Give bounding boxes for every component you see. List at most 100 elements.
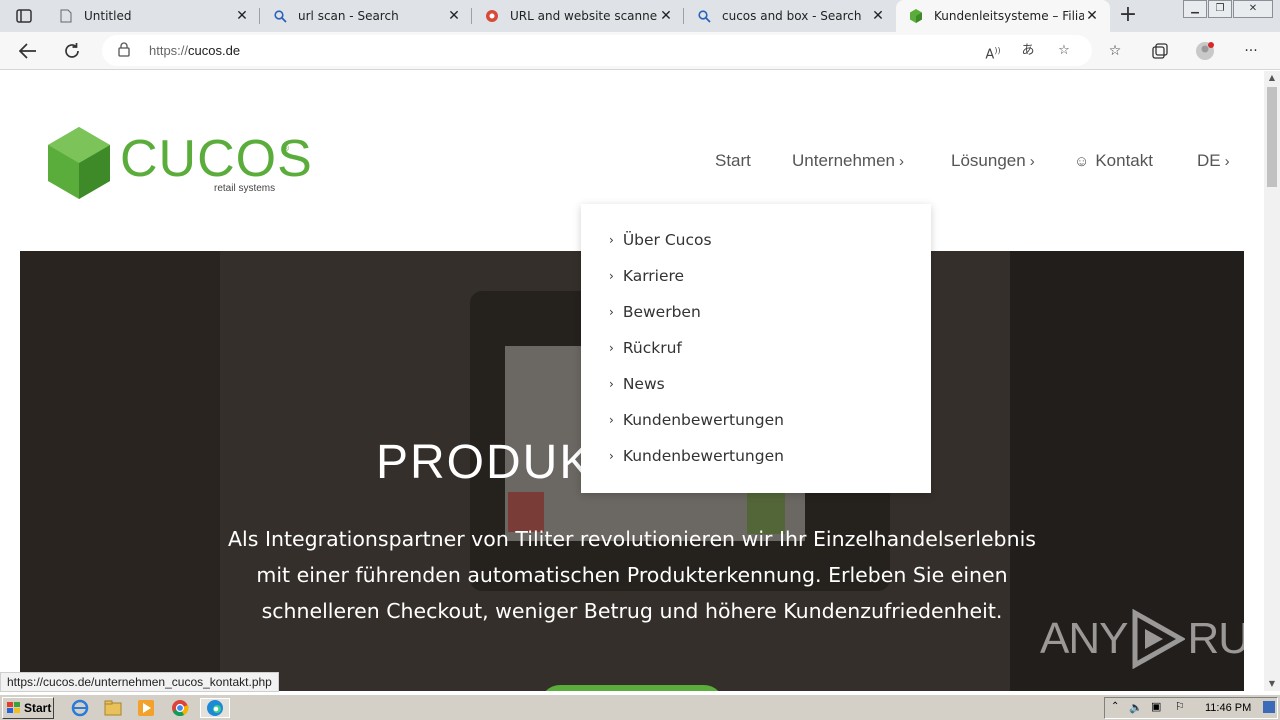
profile-avatar[interactable] — [1194, 41, 1216, 61]
close-icon[interactable]: ✕ — [1084, 8, 1100, 24]
show-hidden-icons[interactable]: ⌃ — [1111, 701, 1119, 712]
start-label: Start — [24, 701, 52, 715]
page-scrollbar[interactable]: ▲ ▼ — [1264, 71, 1280, 691]
hero-line: mit einer führenden automatischen Produk… — [256, 563, 1008, 587]
windows-logo-icon — [7, 702, 20, 713]
smiley-icon: ☺ — [1074, 152, 1090, 170]
chrome-icon[interactable] — [168, 698, 192, 718]
minimize-icon: ▁ — [1191, 3, 1199, 14]
tab-title: URL and website scanner - u — [510, 9, 658, 23]
menu-item-karriere[interactable]: › Karriere — [581, 258, 931, 294]
chevron-right-icon: › — [609, 269, 614, 283]
close-icon[interactable]: ✕ — [870, 8, 886, 24]
plus-icon: + — [1118, 2, 1138, 27]
menu-item-label: Über Cucos — [622, 231, 712, 249]
tab-urlscan[interactable]: URL and website scanner - u ✕ — [472, 0, 684, 32]
restore-icon: ❐ — [1215, 3, 1225, 14]
nav-label: Start — [715, 151, 751, 170]
back-button[interactable] — [14, 38, 42, 64]
menu-item-bewerben[interactable]: › Bewerben — [581, 294, 931, 330]
chevron-right-icon: › — [609, 377, 614, 391]
watermark-text: ANY — [1040, 614, 1128, 663]
menu-item-label: Kundenbewertungen — [622, 411, 784, 429]
menu-item-ueber-cucos[interactable]: › Über Cucos — [581, 222, 931, 258]
url-host: cucos.de — [188, 43, 241, 58]
add-favorite-icon[interactable]: ☆ — [1055, 42, 1073, 60]
close-icon[interactable]: ✕ — [234, 8, 250, 24]
nav-language[interactable]: DE › — [1197, 151, 1230, 171]
nav-label: Kontakt — [1095, 151, 1153, 170]
new-tab-button[interactable]: + — [1116, 4, 1140, 28]
menu-item-label: Kundenbewertungen — [622, 447, 784, 465]
chevron-right-icon: › — [609, 305, 614, 319]
scrollbar-thumb[interactable] — [1267, 87, 1277, 187]
cucos-favicon — [908, 8, 924, 24]
media-player-icon[interactable] — [134, 698, 158, 718]
ie-icon[interactable] — [68, 698, 92, 718]
anyrun-watermark: ANY RUN — [1040, 609, 1264, 669]
chevron-right-icon: › — [899, 152, 905, 170]
menu-item-news[interactable]: › News — [581, 366, 931, 402]
volume-icon[interactable]: 🔈 — [1129, 701, 1143, 714]
menu-item-label: Karriere — [622, 267, 685, 285]
nav-start[interactable]: Start — [715, 151, 751, 171]
favorites-icon[interactable]: ☆ — [1104, 41, 1126, 61]
tab-title: cucos and box - Search — [722, 9, 862, 23]
nav-unternehmen[interactable]: Unternehmen › — [792, 151, 904, 171]
edge-icon[interactable] — [200, 698, 230, 718]
status-url-tooltip: https://cucos.de/unternehmen_cucos_konta… — [0, 672, 279, 692]
window-close-button[interactable]: ✕ — [1233, 0, 1273, 18]
chevron-right-icon: › — [1224, 152, 1230, 170]
search-icon — [696, 8, 712, 24]
read-aloud-icon[interactable]: A)) — [984, 42, 1002, 62]
menu-item-rueckruf[interactable]: › Rückruf — [581, 330, 931, 366]
close-icon[interactable]: ✕ — [658, 8, 674, 24]
reload-button[interactable] — [58, 38, 86, 64]
start-button[interactable]: Start — [2, 697, 54, 719]
minimize-button[interactable]: ▁ — [1183, 0, 1207, 18]
logo-tagline: retail systems — [214, 183, 276, 194]
tab-kundenleitsysteme[interactable]: Kundenleitsysteme – Filial F ✕ — [896, 0, 1110, 32]
browser-toolbar: https://cucos.de A)) あ ☆ ☆ ··· — [0, 32, 1280, 70]
scroll-down-icon[interactable]: ▼ — [1264, 677, 1280, 691]
explorer-icon[interactable] — [101, 698, 125, 718]
network-icon[interactable]: ▣ — [1151, 700, 1161, 713]
windows-taskbar: Start ⌃ 🔈 ▣ ⚐ 11:46 PM — [0, 694, 1280, 720]
logo-registered-mark: ® — [282, 144, 290, 153]
web-page: CUCOS ® retail systems Start Unternehmen… — [0, 71, 1264, 691]
tab-untitled[interactable]: Untitled ✕ — [46, 0, 260, 32]
tab-actions-icon — [16, 9, 32, 23]
translate-icon[interactable]: あ — [1019, 42, 1037, 60]
restore-button[interactable]: ❐ — [1208, 0, 1232, 18]
cube-logo-icon — [48, 127, 110, 199]
tab-title: Untitled — [84, 9, 132, 23]
nav-label: Lösungen — [951, 151, 1026, 170]
hero-cta-button[interactable] — [540, 685, 724, 691]
scroll-up-icon[interactable]: ▲ — [1264, 71, 1280, 85]
nav-label: DE — [1197, 151, 1221, 170]
chevron-right-icon: › — [1029, 152, 1035, 170]
collections-icon[interactable] — [1149, 41, 1171, 61]
tab-actions-button[interactable] — [8, 4, 40, 28]
hero-description: Als Integrationspartner von Tiliter revo… — [210, 521, 1054, 629]
lock-icon — [118, 42, 130, 61]
close-icon[interactable]: ✕ — [446, 8, 462, 24]
tab-cucos-search[interactable]: cucos and box - Search ✕ — [684, 0, 896, 32]
show-desktop-icon[interactable] — [1263, 701, 1275, 713]
menu-item-label: News — [622, 375, 665, 393]
play-triangle-icon — [1132, 609, 1186, 669]
nav-kontakt[interactable]: ☺ Kontakt — [1074, 151, 1153, 171]
cucos-logo[interactable]: CUCOS ® retail systems — [48, 127, 312, 202]
tab-title: url scan - Search — [298, 9, 399, 23]
nav-loesungen[interactable]: Lösungen › — [951, 151, 1035, 171]
logo-wordmark: CUCOS — [120, 130, 313, 188]
tab-url-scan-search[interactable]: url scan - Search ✕ — [260, 0, 472, 32]
menu-item-kundenbewertungen[interactable]: › Kundenbewertungen — [581, 402, 931, 438]
clock[interactable]: 11:46 PM — [1205, 702, 1251, 714]
menu-item-kundenbewertungen-2[interactable]: › Kundenbewertungen — [581, 438, 931, 474]
address-bar[interactable]: https://cucos.de A)) あ ☆ — [102, 35, 1092, 66]
system-tray: ⌃ 🔈 ▣ ⚐ 11:46 PM — [1104, 697, 1278, 719]
more-options-icon[interactable]: ··· — [1240, 41, 1262, 61]
chevron-right-icon: › — [609, 413, 614, 427]
action-center-flag-icon[interactable]: ⚐ — [1175, 700, 1185, 713]
